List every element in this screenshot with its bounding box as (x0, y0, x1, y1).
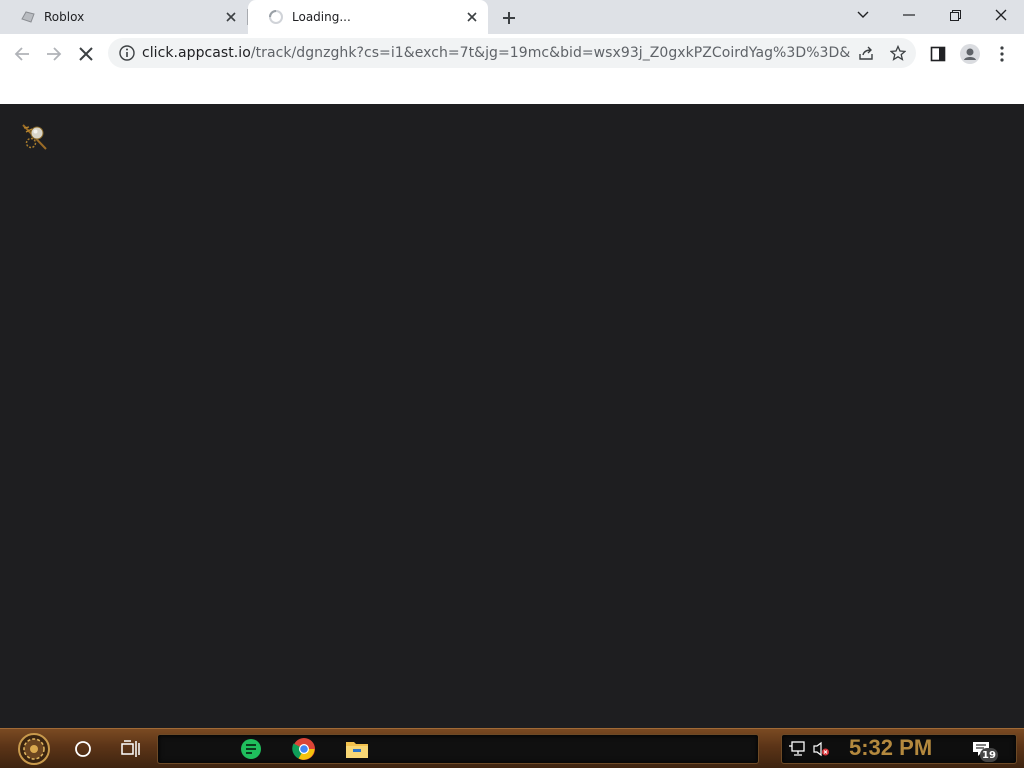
taskbar-clock[interactable]: 5:32 PM (849, 735, 932, 761)
site-info-icon[interactable] (118, 44, 136, 62)
close-icon[interactable] (464, 9, 480, 25)
notification-count-badge: 19 (980, 748, 998, 762)
start-icon[interactable] (8, 731, 60, 767)
plus-icon[interactable] (497, 6, 521, 30)
google-sheets-icon[interactable] (239, 737, 263, 761)
tab-title: Loading... (292, 10, 351, 24)
browser-toolbar: click.appcast.io/track/dgnzghk?cs=i1&exc… (0, 34, 1024, 72)
side-panel-icon[interactable] (924, 40, 952, 68)
chevron-down-icon[interactable] (840, 0, 886, 30)
close-icon[interactable] (223, 9, 239, 25)
search-circle-icon[interactable] (71, 737, 95, 761)
share-icon[interactable] (856, 43, 876, 63)
chrome-icon[interactable] (292, 737, 316, 761)
address-bar[interactable]: click.appcast.io/track/dgnzghk?cs=i1&exc… (108, 38, 916, 68)
tab-title: Roblox (44, 10, 85, 24)
page-content (0, 104, 1024, 728)
minimize-icon[interactable] (886, 0, 932, 30)
loading-spinner-icon (268, 9, 284, 25)
back-arrow-icon[interactable] (8, 40, 36, 68)
steampunk-logo-icon (20, 122, 50, 152)
task-view-icon[interactable] (119, 737, 143, 761)
volume-muted-icon[interactable] (812, 740, 830, 758)
url-path: /track/dgnzghk?cs=i1&exch=7t&jg=19mc&bid… (250, 45, 850, 61)
stop-loading-icon[interactable] (72, 40, 100, 68)
forward-arrow-icon[interactable] (40, 40, 68, 68)
profile-icon[interactable] (956, 40, 984, 68)
tab-loading[interactable]: Loading... (248, 0, 488, 34)
bookmark-star-icon[interactable] (888, 43, 908, 63)
tab-strip: Roblox Loading... (0, 0, 1024, 34)
url-host: click.appcast.io (142, 45, 251, 61)
taskbar: 5:32 PM 19 (0, 728, 1024, 768)
restore-icon[interactable] (932, 0, 978, 30)
close-icon[interactable] (978, 0, 1024, 30)
roblox-icon (20, 9, 36, 25)
toolbar-spacer (0, 72, 1024, 104)
network-icon[interactable] (788, 740, 806, 758)
tab-roblox[interactable]: Roblox (0, 0, 247, 34)
file-explorer-icon[interactable] (345, 737, 369, 761)
url-text[interactable]: click.appcast.io/track/dgnzghk?cs=i1&exc… (142, 45, 850, 61)
more-menu-icon[interactable] (988, 40, 1016, 68)
